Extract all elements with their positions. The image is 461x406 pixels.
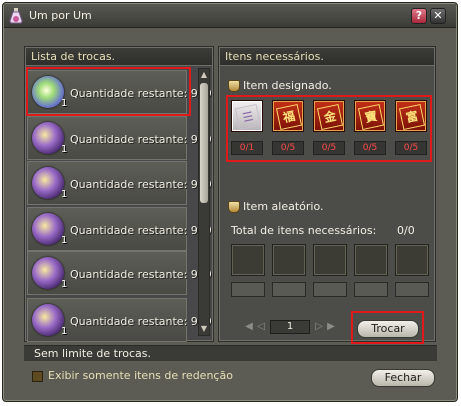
trade-item-remaining: Quantidade restante: 999 [70,87,212,100]
random-item-quantity [231,282,265,297]
redemption-only-label: Exibir somente itens de redenção [48,369,233,382]
trade-item-remaining: Quantidade restante: 999 [70,178,212,191]
random-item-quantity [313,282,347,297]
trade-item-remaining: Quantidade restante: 999 [70,224,212,237]
total-required-value: 0/0 [397,224,415,237]
item-glyph: 金 [316,103,344,131]
purple-orb-icon [32,257,64,289]
page-number: 1 [270,320,310,334]
trade-item-count: 1 [61,144,68,155]
random-item-slot[interactable] [354,244,388,276]
scroll-thumb[interactable] [200,83,208,203]
red-card-icon[interactable]: 富 [395,100,427,132]
trade-item-count: 1 [61,189,68,200]
trade-list-item[interactable]: 1 Quantidade restante: 999 [27,161,212,205]
green-orb-icon [32,76,64,108]
trade-item-count: 1 [61,98,68,109]
random-item-quantity [272,282,306,297]
money-bag-icon [228,80,240,92]
trade-item-remaining: Quantidade restante: 999 [70,133,212,146]
purple-orb-icon [32,122,64,154]
random-item-quantity [354,282,388,297]
first-page-icon[interactable]: ◀ [244,321,254,333]
purple-orb-icon [32,213,64,245]
random-item-label: Item aleatório. [243,200,324,213]
next-page-icon[interactable]: ▷ [314,321,324,333]
trade-item-count: 1 [61,235,68,246]
item-quantity: 0/5 [354,141,386,155]
close-button[interactable]: ✕ [430,8,446,24]
trade-item-count: 1 [61,326,68,337]
trade-list-item[interactable]: 1 Quantidade restante: 999 [27,251,212,295]
red-card-icon[interactable]: 金 [313,100,345,132]
scroll-icon[interactable]: ☰ [231,100,263,132]
scroll-up-icon[interactable]: ▲ [200,71,208,79]
fechar-button[interactable]: Fechar [371,369,435,387]
trade-list-header: Lista de trocas. [26,48,212,66]
redemption-only-checkbox[interactable] [32,371,43,382]
trade-list-item[interactable]: 1 Quantidade restante: 999 [27,207,212,251]
trocar-button[interactable]: Trocar [357,320,419,338]
purple-orb-icon [32,167,64,199]
potion-icon [9,8,23,24]
item-glyph: 寶 [357,103,385,131]
pagination: ◀ ◁ 1 ▷ ▶ [220,318,350,336]
item-glyph: ☰ [234,103,262,131]
random-item-slot[interactable] [313,244,347,276]
random-item-quantity [395,282,429,297]
trade-item-remaining: Quantidade restante: 999 [70,268,212,281]
random-item-slot[interactable] [272,244,306,276]
trade-list-item[interactable]: 1 Quantidade restante: 999 [27,116,212,160]
item-quantity: 0/5 [395,141,427,155]
item-glyph: 福 [275,103,303,131]
last-page-icon[interactable]: ▶ [326,321,336,333]
scroll-down-icon[interactable]: ▼ [200,325,208,333]
trade-list-item[interactable]: 1 Quantidade restante: 999 [27,70,212,114]
random-item-slot[interactable] [231,244,265,276]
red-card-icon[interactable]: 福 [272,100,304,132]
trade-item-count: 1 [61,279,68,290]
item-quantity: 0/5 [313,141,345,155]
item-quantity: 0/5 [272,141,304,155]
red-card-icon[interactable]: 寶 [354,100,386,132]
trade-list-item[interactable]: 1 Quantidade restante: 999 [27,298,212,342]
trade-list-scrollbar[interactable]: ▲ ▼ [198,68,210,336]
trade-item-remaining: Quantidade restante: 999 [70,315,212,328]
total-required-label: Total de itens necessários: [231,224,377,237]
designated-item-label: Item designado. [243,79,332,92]
required-items-header: Itens necessários. [220,48,434,66]
item-quantity: 0/1 [231,141,263,155]
random-item-slot[interactable] [395,244,429,276]
purple-orb-icon [32,304,64,336]
prev-page-icon[interactable]: ◁ [256,321,266,333]
item-glyph: 富 [398,103,426,131]
status-bar: Sem limite de trocas. [24,345,437,361]
title-bar[interactable]: Um por Um ? ✕ [4,4,456,28]
help-button[interactable]: ? [411,8,427,24]
window-title: Um por Um [29,9,92,22]
money-bag-icon [228,201,240,213]
